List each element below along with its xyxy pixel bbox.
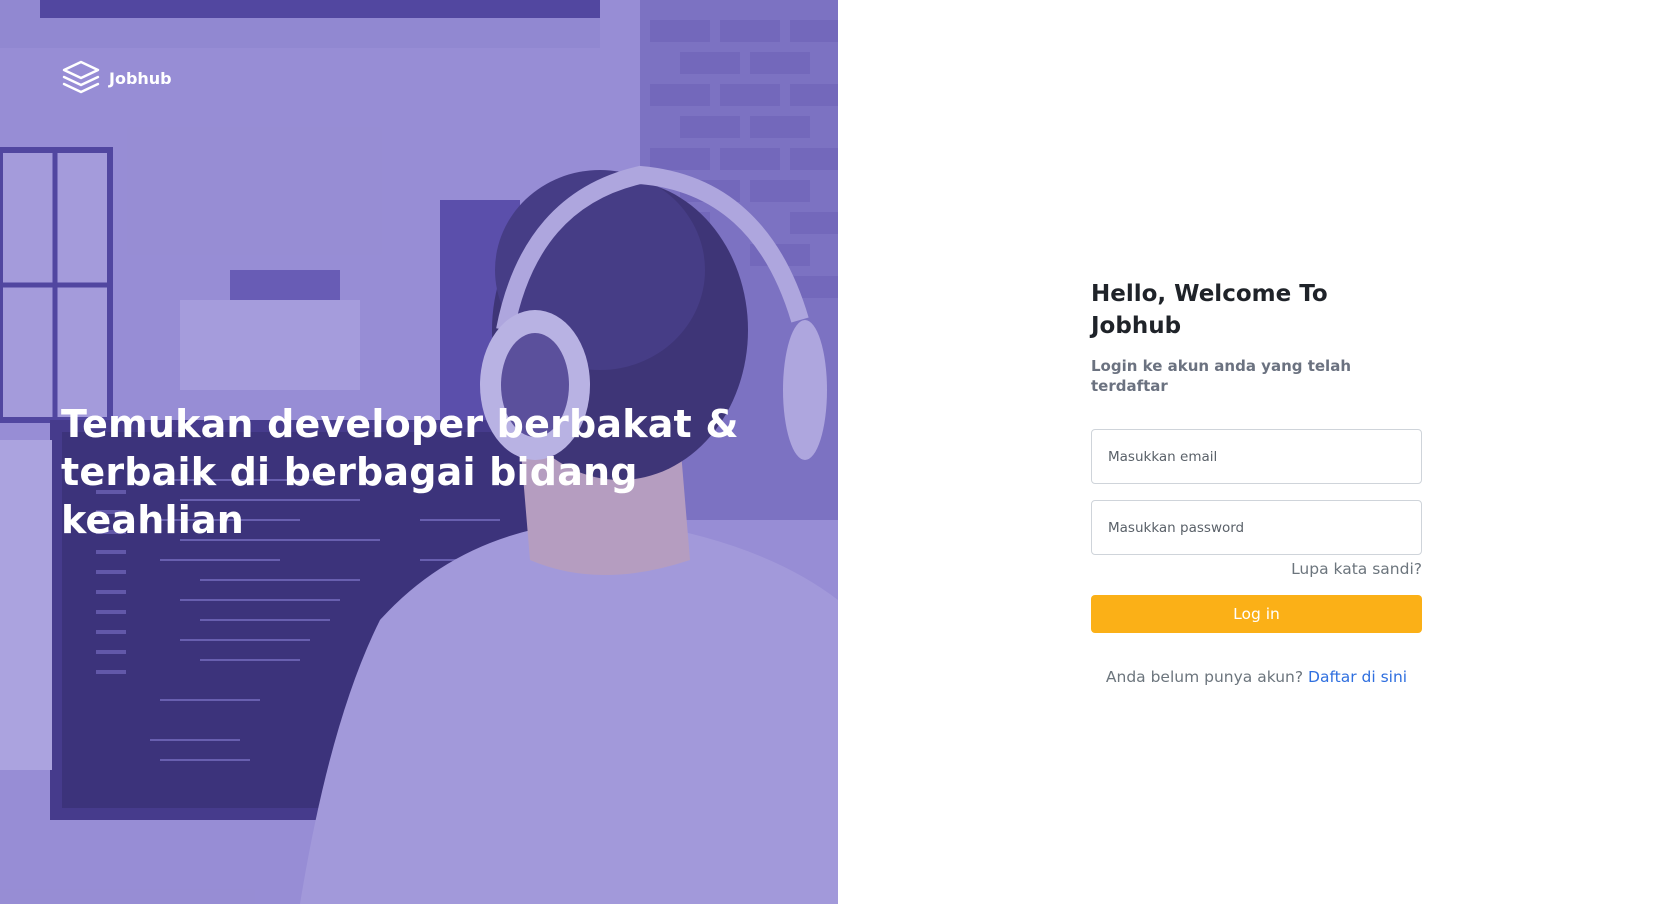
forgot-password-row: Lupa kata sandi? [1091,559,1422,581]
login-panel: Hello, Welcome To Jobhub Login ke akun a… [838,0,1669,904]
hero-headline-line-1: Temukan developer berbakat & [61,402,739,446]
login-page: Jobhub Temukan developer berbakat & terb… [0,0,1669,904]
brand-logo[interactable]: Jobhub [61,58,172,98]
login-subtitle: Login ke akun anda yang telah terdaftar [1091,357,1351,395]
hero-headline-line-2: terbaik di berbagai bidang keahlian [61,450,638,542]
stacked-layers-icon [62,60,100,94]
email-field[interactable] [1091,429,1422,484]
register-prompt: Anda belum punya akun? [1105,668,1304,686]
forgot-password-link[interactable]: Lupa kata sandi? [1291,560,1422,578]
hero-panel: Jobhub Temukan developer berbakat & terb… [0,0,838,904]
login-button[interactable]: Log in [1091,595,1422,633]
login-form: Hello, Welcome To Jobhub Login ke akun a… [1091,278,1422,686]
register-link[interactable]: Daftar di sini [1308,668,1407,686]
login-title: Hello, Welcome To Jobhub [1091,281,1328,339]
register-row: Anda belum punya akun? Daftar di sini [1091,668,1422,686]
password-field[interactable] [1091,500,1422,555]
brand-name: Jobhub [109,68,172,88]
hero-headline: Temukan developer berbakat & terbaik di … [61,400,801,544]
